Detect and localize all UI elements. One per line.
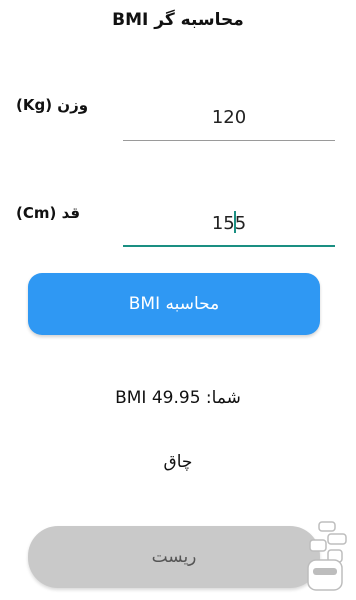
bmi-status: چاق	[163, 452, 193, 472]
weight-input-underline	[123, 140, 335, 141]
page-title: محاسبه گر BMI	[112, 10, 244, 30]
height-label: قد (Cm)	[16, 204, 81, 222]
height-input-underline	[123, 245, 335, 247]
reset-button[interactable]: ریست	[28, 526, 320, 588]
text-cursor	[234, 211, 236, 233]
weight-field-container	[123, 97, 335, 141]
store-logo-icon	[307, 521, 347, 591]
calculate-bmi-button[interactable]: محاسبه BMI	[28, 273, 320, 335]
bmi-result: شما: BMI 49.95	[115, 388, 241, 408]
height-input[interactable]	[123, 203, 335, 243]
height-field-container	[123, 203, 335, 247]
bmi-calculator-screen: محاسبه گر BMI وزن (Kg) قد (Cm) محاسبه BM…	[0, 0, 356, 600]
weight-input[interactable]	[123, 97, 335, 137]
weight-label: وزن (Kg)	[16, 96, 89, 114]
